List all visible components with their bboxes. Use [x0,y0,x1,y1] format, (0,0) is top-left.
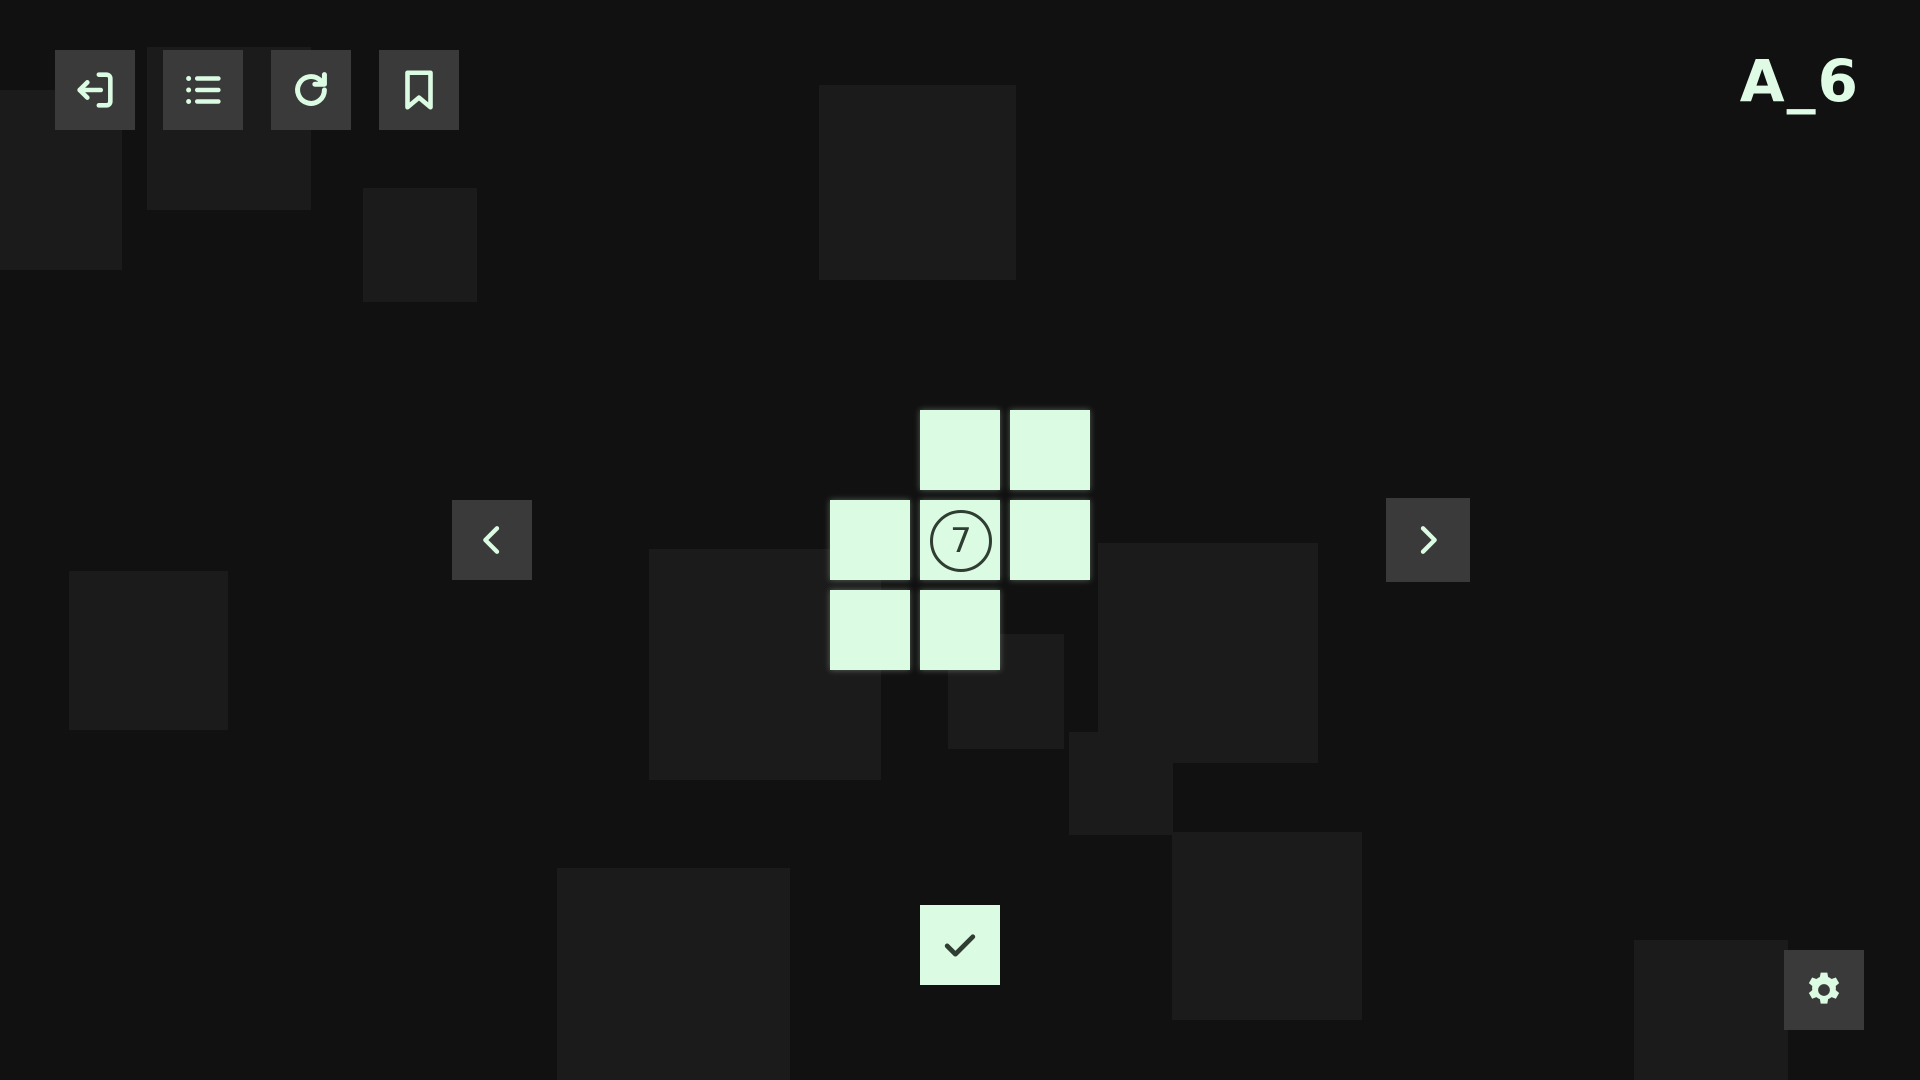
background-square [557,868,790,1080]
puzzle-cell[interactable] [1010,500,1090,580]
chevron-left-icon [483,526,500,554]
check-icon [944,934,976,957]
check-button[interactable] [920,905,1000,985]
background-square [1098,543,1318,763]
next-level-button[interactable] [1386,498,1470,582]
previous-level-button[interactable] [452,500,532,580]
bookmark-icon [405,70,433,110]
clue-number: 7 [930,510,992,572]
level-title: A_6 [1739,47,1860,115]
game-screen: A_6 7 [0,0,1920,1080]
puzzle-cell-clue[interactable]: 7 [920,500,1000,580]
puzzle-cell[interactable] [830,590,910,670]
restart-button[interactable] [271,50,351,130]
list-icon [186,76,221,104]
background-square [1172,832,1362,1020]
exit-button[interactable] [55,50,135,130]
puzzle-cell[interactable] [920,410,1000,490]
puzzle-cell[interactable] [830,500,910,580]
background-square [69,571,228,730]
exit-icon [77,72,113,108]
puzzle-cell[interactable] [1010,410,1090,490]
background-square [363,188,477,302]
puzzle-cell[interactable] [920,590,1000,670]
bookmark-button[interactable] [379,50,459,130]
level-list-button[interactable] [163,50,243,130]
chevron-right-icon [1420,526,1437,554]
background-square [1634,940,1788,1080]
background-square [819,85,1016,280]
background-square [1069,732,1173,835]
restart-icon [295,72,327,106]
gear-icon [1808,972,1840,1004]
settings-button[interactable] [1784,950,1864,1030]
